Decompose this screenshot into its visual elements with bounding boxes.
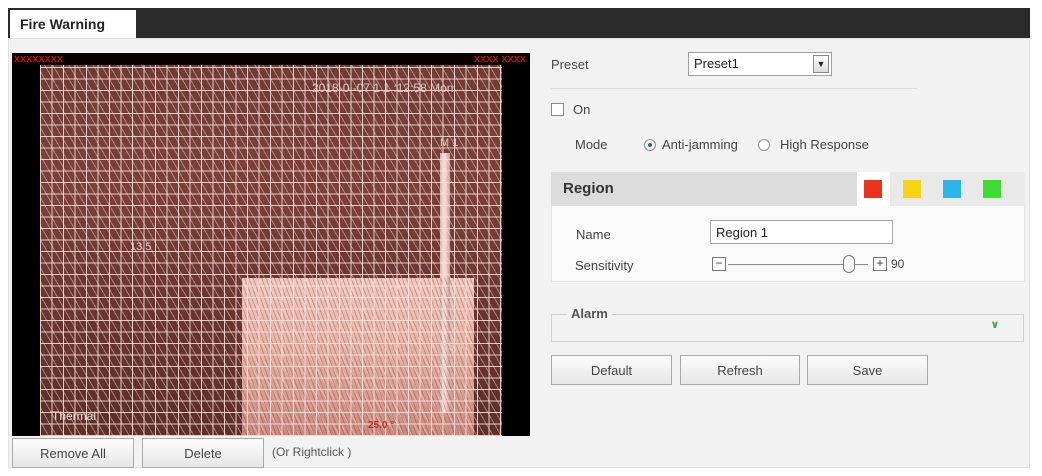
thermal-video-preview[interactable]: xxxxxxxx xxxx xxxx 2018-0 -07 1 1 :12:58… [12,53,530,436]
mode-radio-anti-jamming[interactable] [644,139,656,151]
region-color-cyan[interactable] [943,180,961,198]
alarm-section [551,314,1024,342]
video-temp-label-right-lower: 15.4 [442,341,464,353]
default-button[interactable]: Default [551,355,672,385]
divider [551,88,917,89]
video-overlay-top-right: xxxx xxxx [474,53,526,65]
save-button[interactable]: Save [807,355,928,385]
video-temperature-readout: 25.0 ° [368,420,395,431]
enable-label: On [573,102,591,117]
mode-option-anti-jamming: Anti-jamming [662,137,738,152]
region-color-red[interactable] [864,180,882,198]
mode-radio-high-response[interactable] [758,139,770,151]
video-overlay-top-left: xxxxxxxx [14,53,63,65]
region-color-yellow[interactable] [903,180,921,198]
rightclick-hint: (Or Rightclick ) [272,445,352,459]
video-top-strip [12,53,530,65]
preset-selected-value: Preset1 [694,56,739,71]
refresh-button[interactable]: Refresh [680,355,800,385]
alarm-title: Alarm [567,306,612,321]
sensitivity-decrease-button[interactable]: − [712,257,726,271]
region-name-input[interactable] [710,220,893,244]
remove-all-button[interactable]: Remove All [12,438,134,468]
expand-icon[interactable]: ∨ [988,318,1002,332]
enable-checkbox[interactable] [551,103,564,116]
chevron-down-icon[interactable]: ▼ [813,55,829,73]
preset-select[interactable]: Preset1 ▼ [688,52,832,76]
mode-option-high-response: High Response [780,137,869,152]
video-temp-label-mid: 13.5 [130,241,152,253]
tab-fire-warning[interactable]: Fire Warning [10,10,136,38]
video-temp-label-right: M 1 [440,137,459,149]
delete-button[interactable]: Delete [142,438,264,468]
sensitivity-increase-button[interactable]: + [873,257,887,271]
region-name-label: Name [576,227,611,242]
sensitivity-slider-handle[interactable] [843,255,855,273]
preset-label: Preset [551,57,589,72]
video-timestamp: 2018-0 -07 1 1 :12:58 Mon [312,81,454,95]
sensitivity-value: 90 [891,257,905,271]
tab-bar: Fire Warning [8,8,1030,38]
sensitivity-label: Sensitivity [575,258,634,273]
region-color-green[interactable] [983,180,1001,198]
detection-grid[interactable] [40,53,502,436]
mode-label: Mode [575,137,608,152]
region-title: Region [563,180,614,197]
video-channel-label: Thermal [52,409,97,423]
